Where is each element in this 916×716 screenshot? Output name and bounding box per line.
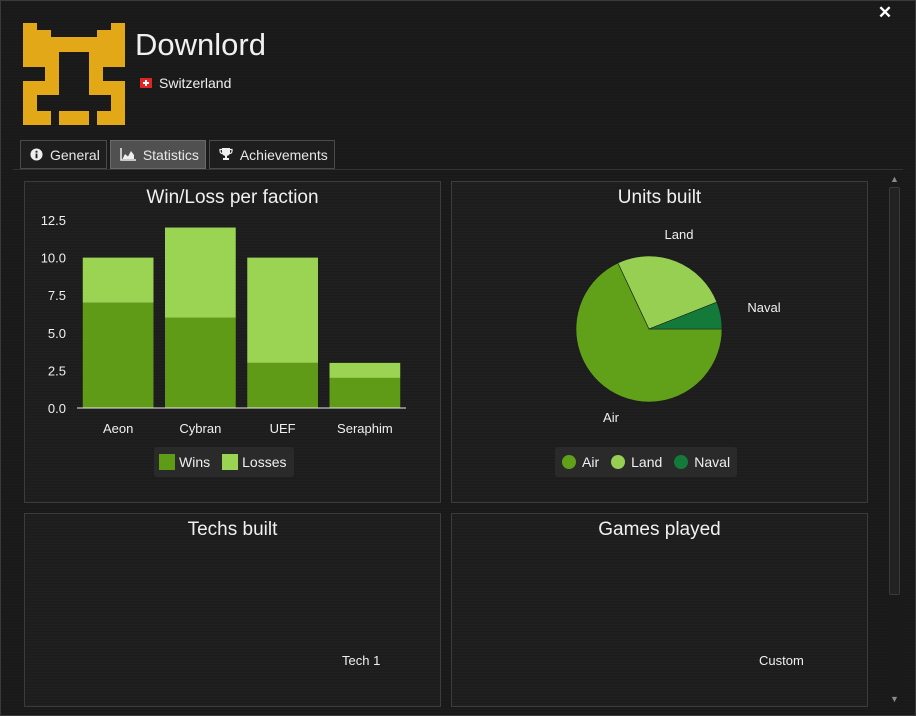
scroll-down-icon[interactable]: ▼ bbox=[887, 693, 902, 705]
legend-item-naval: Naval bbox=[674, 454, 730, 470]
legend-land-label: Land bbox=[631, 454, 663, 470]
legend-item-air: Air bbox=[562, 454, 599, 470]
pie-label-naval: Naval bbox=[747, 300, 780, 315]
x-tick-label: Cybran bbox=[179, 421, 221, 436]
bar-losses-cybran bbox=[165, 227, 236, 318]
x-tick-label: Aeon bbox=[103, 421, 133, 436]
close-button[interactable]: ✕ bbox=[875, 3, 895, 23]
bar-wins-aeon bbox=[82, 302, 154, 408]
player-name: Downlord bbox=[135, 27, 266, 62]
area-chart-icon bbox=[120, 148, 136, 161]
bar-wins-seraphim bbox=[329, 377, 401, 408]
scrollbar-thumb[interactable] bbox=[889, 187, 900, 595]
legend-naval-label: Naval bbox=[694, 454, 731, 470]
player-country: Switzerland bbox=[140, 75, 231, 91]
tab-general-label: General bbox=[50, 146, 100, 163]
games-title: Games played bbox=[598, 519, 721, 540]
tab-bar: General Statistics Achievements bbox=[20, 140, 335, 169]
land-swatch bbox=[611, 455, 626, 469]
legend-item-wins: Wins bbox=[159, 454, 210, 470]
tab-statistics-label: Statistics bbox=[142, 146, 199, 163]
units-panel: Units built Air Land Naval Air Land Naval bbox=[451, 181, 868, 503]
techs-slice-label: Tech 1 bbox=[342, 653, 381, 668]
bar-wins-cybran bbox=[165, 317, 236, 408]
legend-item-losses: Losses bbox=[222, 454, 286, 470]
games-panel: Games played Custom bbox=[451, 513, 868, 707]
bar-losses-seraphim bbox=[329, 362, 401, 378]
legend-losses-label: Losses bbox=[242, 454, 287, 470]
bar-losses-uef bbox=[247, 257, 318, 363]
techs-title: Techs built bbox=[187, 519, 278, 540]
wins-swatch bbox=[159, 454, 175, 470]
y-tick-label: 5.0 bbox=[48, 326, 66, 341]
country-label: Switzerland bbox=[159, 75, 232, 91]
x-tick-label: UEF bbox=[270, 421, 296, 436]
air-swatch bbox=[562, 455, 576, 469]
info-icon bbox=[30, 148, 43, 161]
bar-wins-uef bbox=[247, 362, 318, 408]
pie-label-air: Air bbox=[603, 410, 620, 425]
pie-label-land: Land bbox=[665, 227, 694, 242]
vertical-scrollbar[interactable]: ▲ ▼ bbox=[887, 173, 902, 705]
y-tick-label: 0.0 bbox=[48, 401, 66, 416]
scroll-up-icon[interactable]: ▲ bbox=[887, 173, 902, 185]
tab-divider bbox=[13, 169, 903, 170]
x-tick-label: Seraphim bbox=[337, 421, 393, 436]
tab-achievements-label: Achievements bbox=[239, 146, 328, 163]
units-legend: Air Land Naval bbox=[555, 447, 738, 477]
tab-achievements[interactable]: Achievements bbox=[208, 140, 335, 169]
winloss-panel: Win/Loss per faction 0.0 2.5 5.0 7.5 10.0 12.… bbox=[24, 181, 441, 503]
tab-general[interactable]: General bbox=[20, 140, 107, 169]
games-slice-label: Custom bbox=[759, 653, 804, 668]
legend-air-label: Air bbox=[582, 454, 600, 470]
y-tick-label: 12.5 bbox=[41, 213, 66, 228]
legend-wins-label: Wins bbox=[179, 454, 211, 470]
techs-panel: Techs built Tech 1 bbox=[24, 513, 441, 707]
naval-swatch bbox=[674, 455, 689, 469]
trophy-icon bbox=[219, 148, 233, 161]
player-avatar bbox=[23, 23, 125, 125]
y-tick-label: 10.0 bbox=[41, 251, 66, 266]
bar-losses-aeon bbox=[82, 257, 154, 303]
swiss-flag-icon bbox=[140, 78, 152, 88]
losses-swatch bbox=[222, 454, 239, 470]
y-tick-label: 7.5 bbox=[48, 288, 66, 303]
legend-item-land: Land bbox=[611, 454, 662, 470]
y-tick-label: 2.5 bbox=[48, 363, 66, 378]
winloss-legend: Wins Losses bbox=[154, 447, 295, 477]
tab-statistics[interactable]: Statistics bbox=[109, 140, 206, 169]
